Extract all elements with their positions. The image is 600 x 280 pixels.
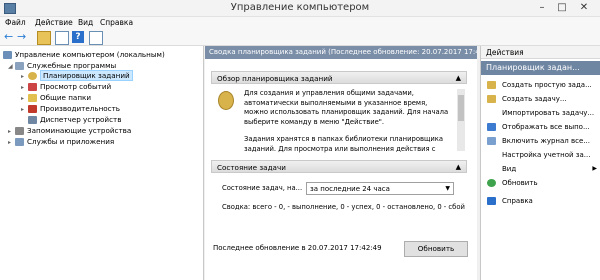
expand-arrow-icon[interactable]: ▸ [8, 128, 11, 135]
console-tree: Управление компьютером (локальным) ◢ Слу… [0, 46, 204, 280]
close-button[interactable]: ✕ [574, 1, 594, 14]
refresh-button[interactable]: Обновить [404, 241, 468, 257]
summary-pane: Сводка планировщика заданий (Последнее о… [205, 46, 477, 280]
running-tasks-icon [487, 123, 496, 131]
show-hide-tree-icon[interactable] [55, 31, 69, 45]
expand-arrow-icon[interactable]: ▸ [8, 139, 11, 146]
tree-item-shared-folders[interactable]: Общие папки [28, 93, 91, 102]
collapse-arrow-icon[interactable]: ◢ [8, 63, 13, 70]
tools-icon [15, 62, 24, 70]
action-pane-icon[interactable] [89, 31, 103, 45]
action-import-task[interactable]: Импортировать задачу... [481, 106, 600, 120]
actions-pane: Действия Планировщик задан... Создать пр… [480, 46, 600, 280]
shared-folder-icon [28, 94, 37, 102]
help-icon [487, 197, 496, 205]
action-enable-history[interactable]: Включить журнал все... [481, 134, 600, 148]
overview-section-header[interactable]: Обзор планировщика заданий ▲ [211, 71, 467, 84]
overview-text: Для создания и управления общими задачам… [244, 89, 449, 153]
event-viewer-icon [28, 83, 37, 91]
expand-arrow-icon[interactable]: ▸ [21, 84, 24, 91]
overview-body: Для создания и управления общими задачам… [212, 85, 466, 155]
expand-arrow-icon[interactable]: ▸ [21, 95, 24, 102]
clock-icon [218, 91, 234, 110]
forward-arrow-icon[interactable]: → [17, 31, 29, 43]
action-help[interactable]: Справка [481, 194, 600, 208]
expand-arrow-icon[interactable]: ▸ [21, 73, 24, 80]
expand-arrow-icon[interactable]: ▸ [21, 106, 24, 113]
tree-item-event-viewer[interactable]: Просмотр событий [28, 82, 111, 91]
maximize-button[interactable]: □ [552, 1, 572, 14]
minimize-button[interactable]: – [532, 1, 552, 14]
status-summary: Сводка: всего - 0, - выполнение, 0 - усп… [222, 203, 465, 211]
submenu-arrow-icon: ▶ [592, 165, 597, 172]
collapse-up-icon: ▲ [455, 74, 461, 82]
menu-action[interactable]: Действие [35, 18, 73, 27]
scrollbar-thumb[interactable] [458, 95, 464, 121]
computer-icon [3, 51, 12, 59]
tree-item-utilities[interactable]: Служебные программы [15, 61, 116, 70]
window-title: Управление компьютером [230, 2, 370, 13]
summary-header: Сводка планировщика заданий (Последнее о… [205, 46, 477, 59]
tree-item-task-scheduler[interactable]: Планировщик заданий [28, 70, 133, 81]
action-refresh[interactable]: Обновить [481, 176, 600, 190]
action-view[interactable]: Вид ▶ [481, 162, 600, 176]
actions-header: Действия [481, 46, 600, 59]
help-icon[interactable]: ? [72, 31, 84, 43]
status-section-header[interactable]: Состояние задачи ▲ [211, 160, 467, 173]
view-icon [487, 165, 496, 173]
account-config-icon [487, 151, 496, 159]
menu-view[interactable]: Вид [78, 18, 93, 27]
tree-root[interactable]: Управление компьютером (локальным) [3, 50, 165, 59]
menu-bar: Файл Действие Вид Справка [0, 17, 600, 29]
create-task-icon [487, 81, 496, 89]
action-display-running[interactable]: Отображать все выпо... [481, 120, 600, 134]
refresh-icon [487, 179, 496, 187]
collapse-up-icon: ▲ [455, 163, 461, 171]
action-create-basic-task[interactable]: Создать простую зада... [481, 78, 600, 92]
status-filter-label: Состояние задач, на... [222, 184, 303, 192]
menu-file[interactable]: Файл [5, 18, 26, 27]
status-period-select[interactable]: за последние 24 часа ▼ [306, 182, 454, 195]
title-bar: Управление компьютером – □ ✕ [0, 0, 600, 17]
status-body: Состояние задач, на... за последние 24 ч… [212, 174, 466, 234]
performance-icon [28, 105, 37, 113]
back-arrow-icon[interactable]: ← [4, 31, 16, 43]
import-icon [487, 109, 496, 117]
disk-icon [15, 127, 24, 135]
tree-item-services[interactable]: Службы и приложения [15, 137, 114, 146]
folder-up-icon[interactable] [37, 31, 51, 45]
tree-item-device-manager[interactable]: Диспетчер устройств [28, 115, 121, 124]
action-create-task[interactable]: Создать задачу... [481, 92, 600, 106]
device-manager-icon [28, 116, 37, 124]
action-at-account-config[interactable]: Настройка учетной за... [481, 148, 600, 162]
clock-icon [28, 72, 37, 80]
actions-section-header[interactable]: Планировщик задан... [481, 61, 600, 75]
services-icon [15, 138, 24, 146]
new-task-icon [487, 95, 496, 103]
chevron-down-icon: ▼ [445, 185, 450, 192]
last-update-text: Последнее обновление в 20.07.2017 17:42:… [213, 244, 382, 252]
menu-help[interactable]: Справка [100, 18, 133, 27]
tree-item-storage[interactable]: Запоминающие устройства [15, 126, 131, 135]
toolbar: ← → ? [0, 29, 600, 46]
tree-item-performance[interactable]: Производительность [28, 104, 120, 113]
overview-scrollbar[interactable] [457, 89, 465, 151]
history-log-icon [487, 137, 496, 145]
